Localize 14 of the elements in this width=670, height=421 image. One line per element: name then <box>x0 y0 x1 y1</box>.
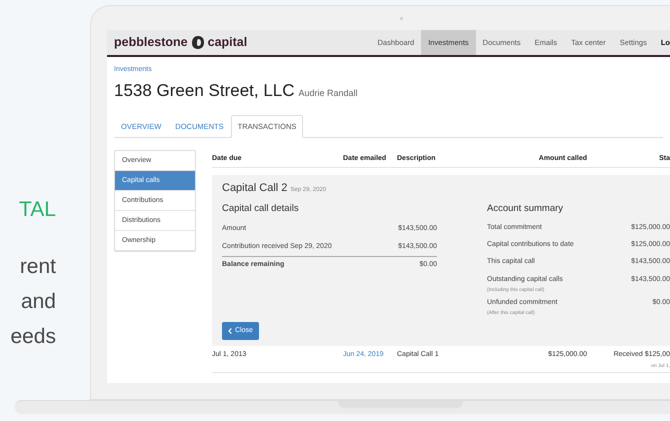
logo-text: pebblestone <box>114 34 188 52</box>
marketing-text: rent <box>20 255 56 279</box>
logo-text: capital <box>208 34 248 52</box>
section-heading: Account summary <box>487 202 564 216</box>
marketing-text: eeds <box>10 325 56 349</box>
pebble-logo-icon <box>190 35 205 50</box>
page-subtitle: Audrie Randall <box>298 86 358 100</box>
marketing-text: and <box>20 290 56 314</box>
marketing-text: TAL <box>19 198 56 222</box>
chevron-left-icon <box>228 328 232 334</box>
camera-icon <box>400 16 403 20</box>
panel-title: Capital Call 2 <box>222 181 288 196</box>
section-heading: Capital call details <box>222 202 300 216</box>
page-title: 1538 Green Street, LLC <box>114 80 295 102</box>
